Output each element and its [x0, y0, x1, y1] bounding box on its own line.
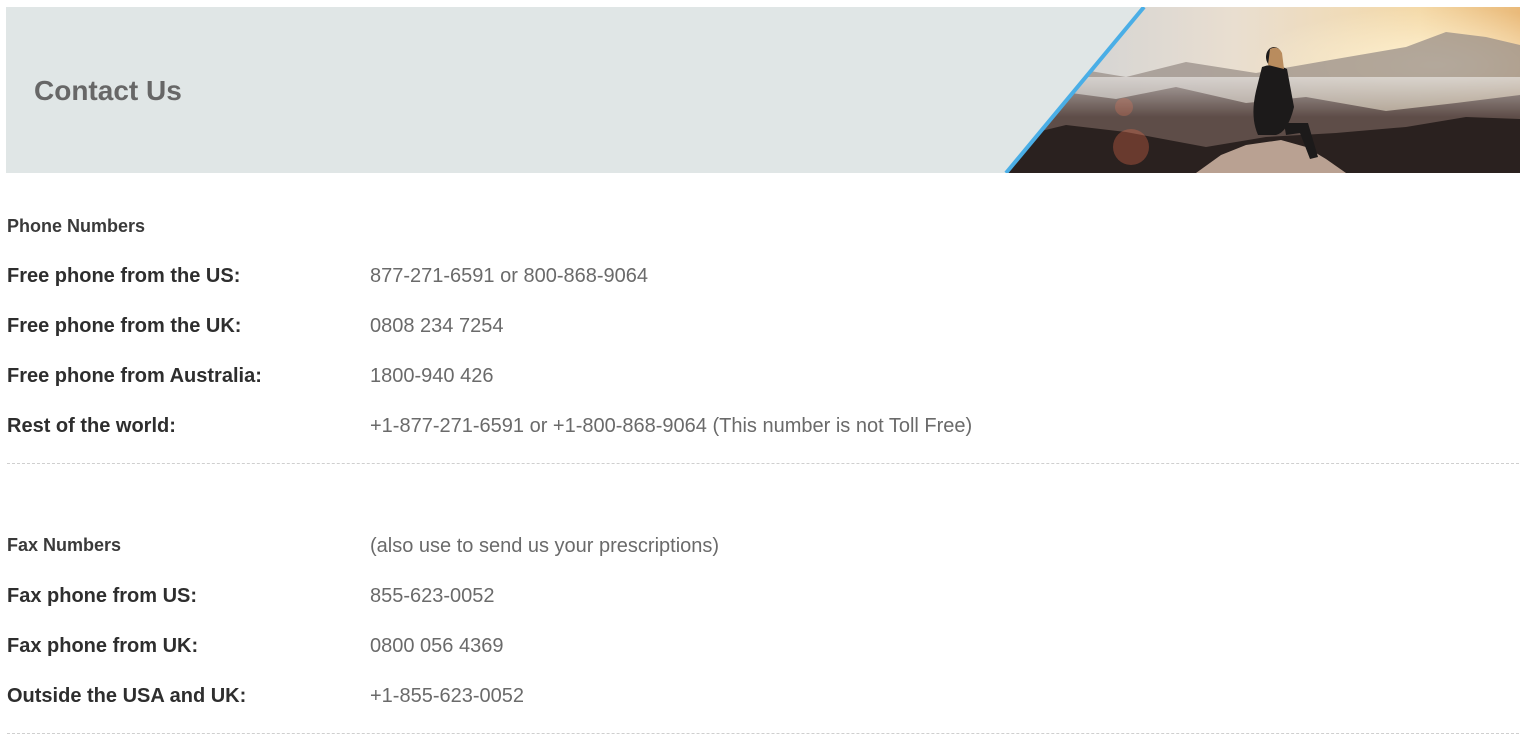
- uk-phone-label: Free phone from the UK:: [7, 315, 242, 337]
- us-fax-value: 855-623-0052: [370, 585, 495, 607]
- fax-numbers-heading: Fax Numbers: [7, 535, 122, 555]
- us-phone-label: Free phone from the US:: [7, 265, 241, 287]
- phone-numbers-heading: Phone Numbers: [7, 216, 146, 236]
- us-phone-value: 877-271-6591 or 800-868-9064: [370, 265, 648, 287]
- fax-numbers-note: (also use to send us your prescriptions): [370, 535, 720, 557]
- world-phone-label: Rest of the world:: [7, 415, 176, 437]
- uk-phone-value: 0808 234 7254: [370, 315, 504, 337]
- world-phone-value: +1-877-271-6591 or +1-800-868-9064 (This…: [370, 415, 973, 437]
- outside-fax-value: +1-855-623-0052: [370, 685, 525, 707]
- outside-fax-label: Outside the USA and UK:: [7, 685, 247, 707]
- page-title: Contact Us: [34, 75, 182, 106]
- australia-phone-value: 1800-940 426: [370, 365, 494, 387]
- mountain-photo: [1004, 7, 1520, 173]
- header-banner: Contact Us: [6, 7, 1520, 173]
- us-fax-label: Fax phone from US:: [7, 585, 198, 607]
- uk-fax-label: Fax phone from UK:: [7, 635, 199, 657]
- section-divider: [7, 463, 1519, 464]
- section-divider: [7, 733, 1519, 734]
- uk-fax-value: 0800 056 4369: [370, 635, 504, 657]
- australia-phone-label: Free phone from Australia:: [7, 365, 262, 387]
